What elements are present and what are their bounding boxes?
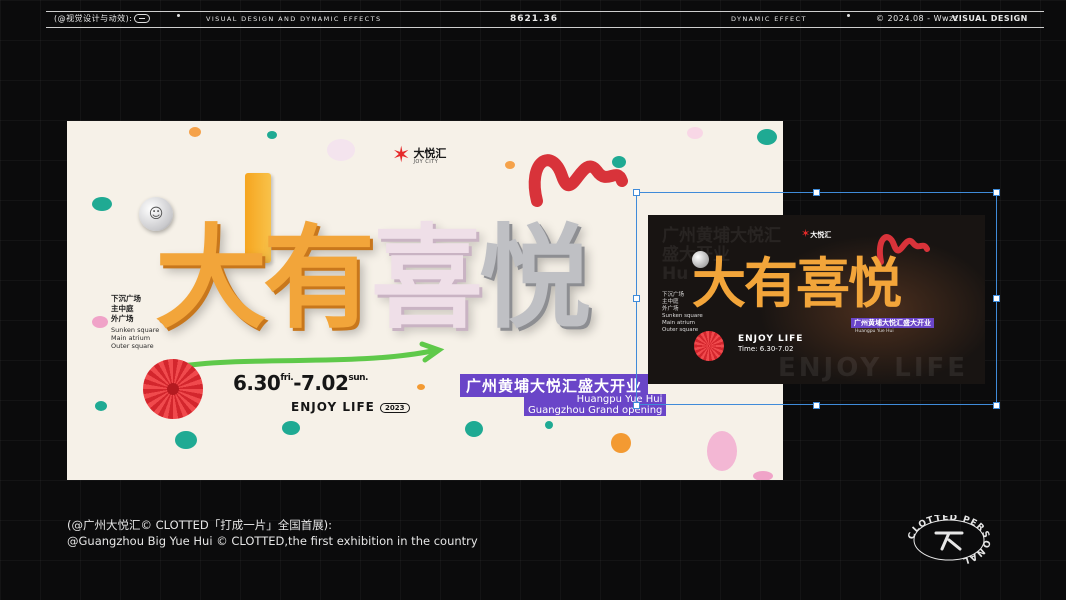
confetti	[92, 197, 112, 211]
confetti	[92, 316, 108, 328]
resize-handle-bottom-left[interactable]	[633, 402, 640, 409]
resize-handle-top-left[interactable]	[633, 189, 640, 196]
confetti	[505, 161, 515, 169]
confetti	[465, 421, 483, 437]
header-date-credit: © 2024.08 - Wwzz	[876, 14, 959, 23]
clotted-badge-logo: CLOTTED PERSONAL	[907, 515, 991, 565]
header-dot	[177, 14, 180, 17]
resize-handle-bottom-right[interactable]	[993, 402, 1000, 409]
header-section-label: VISUAL DESIGN AND DYNAMIC EFFECTS	[206, 15, 382, 23]
confetti	[282, 421, 300, 435]
resize-handle-top-right[interactable]	[993, 189, 1000, 196]
caption-en: @Guangzhou Big Yue Hui © CLOTTED,the fir…	[67, 534, 478, 548]
resize-handle-top[interactable]	[813, 189, 820, 196]
confetti	[757, 129, 777, 145]
confetti	[175, 431, 197, 449]
resize-handle-right[interactable]	[993, 295, 1000, 302]
poster-headline: 大有喜悦	[155, 214, 591, 344]
header-code: 8621.36	[510, 14, 558, 24]
event-dates: 6.30fri.-7.02sun.	[233, 371, 368, 395]
header-dynamic-label: DYNAMIC EFFECT	[731, 15, 807, 23]
confetti	[327, 139, 355, 161]
red-flower-shape	[143, 359, 203, 419]
confetti	[189, 127, 201, 137]
toggle-pill-icon	[134, 14, 151, 23]
header-left-label: (@视觉设计与动效):	[54, 13, 151, 25]
locations-cn: 下沉广场 主中庭 外广场	[111, 294, 141, 323]
confetti	[753, 471, 773, 480]
selection-box[interactable]	[636, 192, 997, 405]
confetti	[267, 131, 277, 139]
header-bottom-rule	[46, 27, 1044, 28]
year-pill: 2023	[380, 402, 410, 413]
confetti	[545, 421, 553, 429]
header-brand: VISUAL DESIGN	[952, 14, 1028, 23]
header-dot	[847, 14, 850, 17]
confetti	[707, 431, 737, 471]
joy-city-logo: ✶ 大悦汇 JOY CITY	[392, 143, 447, 168]
enjoy-life-tagline: ENJOY LIFE 2023	[291, 400, 410, 414]
confetti	[417, 384, 425, 390]
caption-cn: (@广州大悦汇© CLOTTED「打成一片」全国首展):	[67, 518, 333, 532]
confetti	[687, 127, 703, 139]
header-top-rule	[46, 11, 1044, 12]
resize-handle-left[interactable]	[633, 295, 640, 302]
joy-city-star-icon: ✶	[392, 143, 411, 168]
confetti	[95, 401, 107, 411]
confetti	[611, 433, 631, 453]
resize-handle-bottom[interactable]	[813, 402, 820, 409]
locations-en: Sunken square Main atrium Outer square	[111, 326, 160, 350]
green-arrow-shape	[179, 341, 445, 369]
